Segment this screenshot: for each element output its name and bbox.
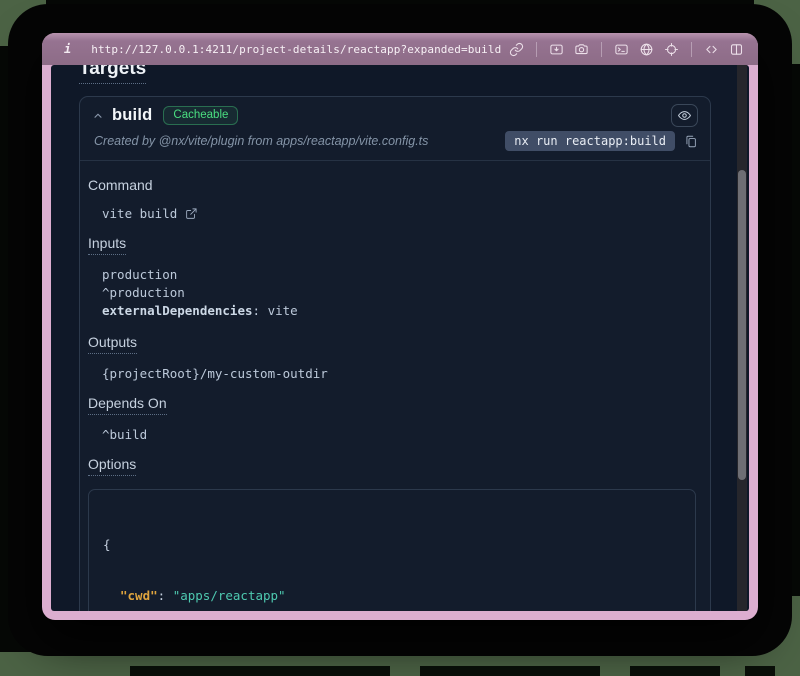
globe-icon[interactable] [639, 42, 654, 57]
browser-window: i http://127.0.0.1:4211/project-details/… [42, 33, 758, 620]
camera-icon[interactable] [574, 42, 589, 57]
toolbar-separator [536, 42, 537, 57]
address-bar[interactable]: http://127.0.0.1:4211/project-details/re… [91, 43, 501, 56]
input-item: externalDependencies: vite [102, 302, 696, 320]
section-heading-options: Options [88, 456, 696, 476]
depends-on-item: ^build [102, 427, 696, 442]
build-card-header[interactable]: build Cacheable Created by @nx/vite/plug… [80, 97, 710, 160]
copy-icon [684, 134, 698, 149]
code-line: { [103, 536, 681, 553]
section-heading-command: Command [88, 177, 696, 193]
section-heading-outputs: Outputs [88, 334, 696, 354]
desktop-dock-blob [745, 666, 775, 676]
terminal-icon[interactable] [614, 42, 629, 57]
section-heading-depends-on: Depends On [88, 395, 696, 415]
input-item: ^production [102, 284, 696, 302]
link-icon[interactable] [509, 42, 524, 57]
crosshair-icon[interactable] [664, 42, 679, 57]
view-target-button[interactable] [671, 104, 698, 127]
target-card-build: build Cacheable Created by @nx/vite/plug… [79, 96, 711, 611]
options-code-block: { "cwd": "apps/reactapp" } [88, 489, 696, 611]
scrollbar-track[interactable] [737, 65, 747, 611]
info-icon: i [64, 42, 71, 56]
chevron-up-icon [92, 110, 104, 122]
input-item: production [102, 266, 696, 284]
desktop-dock-blob [630, 666, 720, 676]
save-page-icon[interactable] [549, 42, 564, 57]
command-value: vite build [102, 206, 177, 221]
inputs-list: production ^production externalDependenc… [102, 266, 696, 320]
eye-icon [677, 108, 692, 123]
section-heading-inputs: Inputs [88, 235, 696, 255]
split-view-icon[interactable] [729, 42, 744, 57]
code-line: "cwd": "apps/reactapp" [103, 587, 681, 604]
desktop-dock-blob [130, 666, 390, 676]
toolbar-separator [691, 42, 692, 57]
build-card-body: Command vite build Inputs production ^pr… [80, 161, 710, 611]
desktop-dock-blob [420, 666, 600, 676]
project-details-page: Targets build Cacheable [51, 65, 749, 611]
desktop: i http://127.0.0.1:4211/project-details/… [0, 0, 800, 676]
external-link-icon[interactable] [185, 207, 198, 220]
run-command-chip: nx run reactapp:build [505, 131, 675, 151]
scroll-area: Targets build Cacheable [51, 65, 735, 611]
cacheable-badge: Cacheable [163, 106, 238, 125]
code-brackets-icon[interactable] [704, 42, 719, 57]
toolbar-actions [509, 42, 744, 57]
output-item: {projectRoot}/my-custom-outdir [102, 366, 696, 381]
browser-toolbar: i http://127.0.0.1:4211/project-details/… [42, 33, 758, 65]
page-title: Targets [79, 65, 146, 84]
toolbar-separator [601, 42, 602, 57]
copy-command-button[interactable] [684, 134, 698, 149]
target-name: build [112, 106, 152, 125]
scrollbar-thumb[interactable] [738, 170, 746, 480]
created-by-text: Created by @nx/vite/plugin from apps/rea… [94, 134, 428, 148]
